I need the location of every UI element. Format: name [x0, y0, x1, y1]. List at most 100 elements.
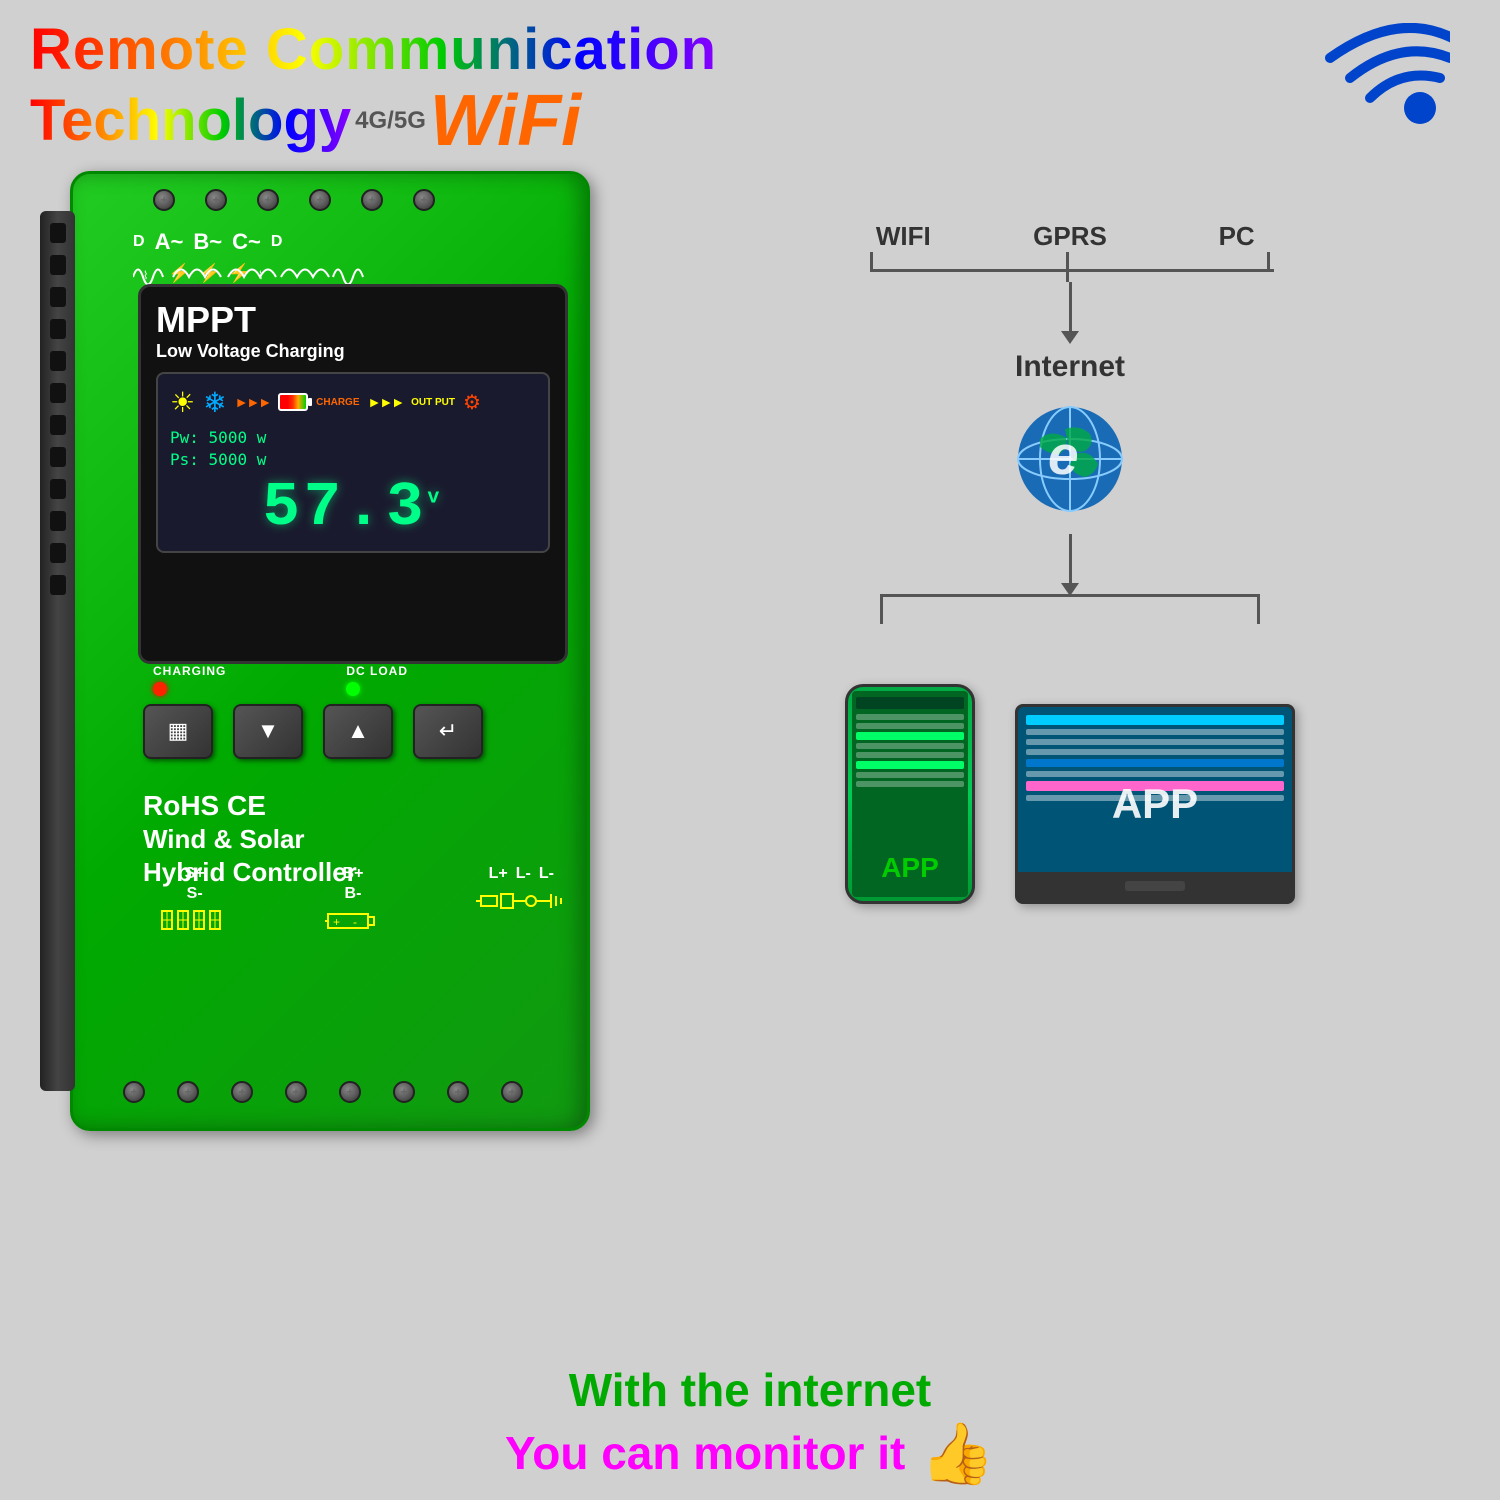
power2-label: Ps:: [170, 450, 199, 469]
top-screws: [153, 189, 435, 211]
charge-label: CHARGE: [316, 397, 359, 408]
mon-row-light-1: [1026, 729, 1284, 735]
thumbs-up-emoji: 👍: [920, 1418, 995, 1490]
dcload-label: DC LOAD: [346, 664, 408, 678]
mount-hole-11: [50, 543, 66, 563]
charge-arrows: ►►►: [235, 394, 271, 410]
phone-app-container: APP: [845, 684, 975, 904]
4g5g-label: 4G/5G: [355, 108, 426, 134]
battery-terminal-group: B+ B- + -: [323, 866, 383, 943]
mon-row-light-2: [1026, 739, 1284, 745]
output-arrows: ►►►: [368, 394, 404, 410]
device-body: D A~ B~ C~ D ⌇ ⚡ ⚡ ⚡ ⌇: [70, 171, 590, 1131]
dcload-indicator: DC LOAD: [346, 664, 408, 696]
bottom-line1: With the internet: [20, 1363, 1480, 1418]
down-button[interactable]: ▼: [233, 704, 303, 759]
mount-hole-7: [50, 415, 66, 435]
screw-5: [361, 189, 383, 211]
monitor-app-container: APP: [1015, 704, 1295, 904]
screw-4: [309, 189, 331, 211]
terminal-d2: D: [271, 233, 283, 251]
menu-button[interactable]: ▦: [143, 704, 213, 759]
mon-row-light-4: [1026, 771, 1284, 777]
header-line1: Remote Communication: [30, 18, 717, 82]
charging-led: [153, 682, 167, 696]
voltage-display: 57.3v: [170, 477, 536, 539]
phone-header-row: [856, 697, 964, 709]
mount-hole-3: [50, 287, 66, 307]
battery-tip: [308, 398, 312, 406]
phone-row-green-2: [856, 761, 964, 769]
ac-terminals: D A~ B~ C~ D ⌇ ⚡ ⚡ ⚡ ⌇: [133, 229, 282, 255]
terminal-c: C~: [232, 229, 261, 255]
display-panel: MPPT Low Voltage Charging ☀ ❄ ►►► CHARGE: [138, 284, 568, 664]
phone-app-label: APP: [881, 852, 939, 884]
enter-icon: ↵: [439, 718, 457, 744]
rohs-text: RoHS CE: [143, 789, 357, 823]
up-button[interactable]: ▲: [323, 704, 393, 759]
bottom-screws: [123, 1081, 523, 1103]
screw-3: [257, 189, 279, 211]
tech-label: Technology: [30, 89, 351, 153]
comm-diagram: WIFI GPRS PC: [660, 201, 1480, 924]
mon-row-cyan-1: [1026, 715, 1284, 725]
mount-hole-1: [50, 223, 66, 243]
mppt-subtitle: Low Voltage Charging: [156, 341, 550, 362]
bm-label: B-: [345, 886, 362, 902]
power1-line: Pw: 5000 w: [170, 427, 536, 449]
load-symbol: [476, 886, 566, 919]
bottom-terminal-labels: S+ S-: [133, 866, 593, 943]
header: Remote Communication Technology 4G/5G Wi…: [0, 0, 1500, 171]
lcd-icons-row: ☀ ❄ ►►► CHARGE ►►► OUT PUT ⚙: [170, 386, 536, 419]
load-terminal-group: L+ L- L-: [476, 866, 566, 943]
svg-text:e: e: [1048, 424, 1079, 486]
battery-icon: [278, 393, 308, 411]
down-icon: ▼: [257, 718, 279, 744]
power2-value: 5000 w: [209, 450, 267, 469]
device-section: D A~ B~ C~ D ⌇ ⚡ ⚡ ⚡ ⌇: [20, 171, 640, 1338]
device-wrapper: D A~ B~ C~ D ⌇ ⚡ ⚡ ⚡ ⌇: [40, 171, 620, 1151]
lcd-screen: ☀ ❄ ►►► CHARGE ►►► OUT PUT ⚙: [156, 372, 550, 553]
bottom-text: With the internet You can monitor it 👍: [0, 1348, 1500, 1500]
mppt-title: MPPT: [156, 302, 550, 338]
voltage-unit: v: [427, 486, 443, 509]
monitor-mockup: APP: [1015, 704, 1295, 904]
wind-solar-text: Wind & Solar: [143, 823, 357, 857]
solar-terminal-group: S+ S-: [160, 866, 230, 943]
up-icon: ▲: [347, 718, 369, 744]
bot-screw-5: [339, 1081, 361, 1103]
lm1-label: L-: [516, 866, 531, 882]
phone-row-1: [856, 714, 964, 720]
mount-hole-2: [50, 255, 66, 275]
battery-term-symbol: + -: [323, 906, 383, 941]
bot-screw-4: [285, 1081, 307, 1103]
comm-top-nodes: WIFI GPRS PC: [820, 221, 1320, 252]
terminal-b: B~: [193, 229, 222, 255]
monitor-stand-bar: [1125, 881, 1185, 891]
screw-6: [413, 189, 435, 211]
terminal-a: A~: [155, 229, 184, 255]
main-content: D A~ B~ C~ D ⌇ ⚡ ⚡ ⚡ ⌇: [0, 171, 1500, 1348]
power-readings: Pw: 5000 w Ps: 5000 w: [170, 427, 536, 472]
wifi-node: WIFI: [863, 221, 943, 252]
wifi-icon-large: [1310, 23, 1450, 148]
mount-hole-4: [50, 319, 66, 339]
svg-text:-: -: [353, 915, 357, 929]
dcload-led: [346, 682, 360, 696]
comm-arrow-1: [1069, 282, 1072, 332]
bot-screw-3: [231, 1081, 253, 1103]
output-label: OUT PUT: [411, 397, 455, 408]
bot-screw-1: [123, 1081, 145, 1103]
wind-icon: ❄: [203, 386, 226, 419]
mon-row-blue-1: [1026, 759, 1284, 767]
enter-button[interactable]: ↵: [413, 704, 483, 759]
mount-hole-12: [50, 575, 66, 595]
screw-2: [205, 189, 227, 211]
bot-screw-7: [447, 1081, 469, 1103]
mount-rail: [40, 211, 75, 1091]
lp-label: L+: [489, 866, 508, 882]
phone-row-green-1: [856, 732, 964, 740]
control-buttons: ▦ ▼ ▲ ↵: [143, 704, 483, 759]
power1-label: Pw:: [170, 428, 199, 447]
indicators-row: CHARGING DC LOAD: [153, 664, 408, 696]
